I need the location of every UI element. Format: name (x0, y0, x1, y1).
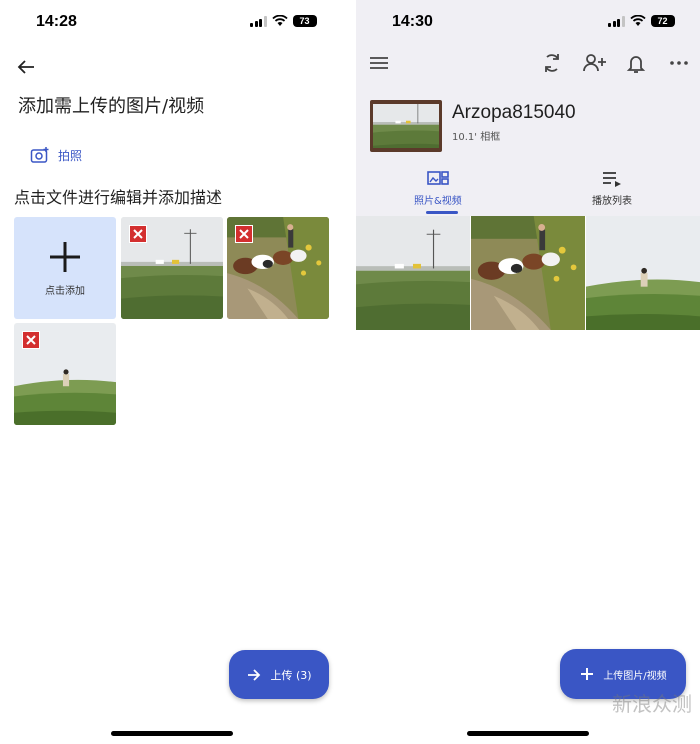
device-subtitle: 10.1' 相框 (452, 132, 501, 143)
sync-icon[interactable] (539, 50, 565, 76)
upload-button-label: 上传 (3) (270, 668, 312, 682)
tab-label: 播放列表 (592, 196, 632, 207)
add-media-label: 点击添加 (45, 285, 85, 297)
add-media-tile[interactable]: 点击添加 (14, 217, 116, 319)
frame-thumbnail (370, 100, 442, 152)
media-thumbnail[interactable] (227, 217, 329, 319)
home-indicator (467, 731, 589, 736)
take-photo-button[interactable]: 拍照 (30, 146, 82, 164)
active-tab-indicator (426, 211, 458, 214)
tab-photos-videos[interactable]: 照片&视频 (414, 170, 462, 207)
delete-icon[interactable] (22, 331, 40, 349)
home-indicator (111, 731, 233, 736)
status-time: 14:30 (392, 13, 433, 30)
take-photo-label: 拍照 (58, 148, 83, 163)
upload-media-label: 上传图片/视频 (603, 670, 667, 682)
signal-icon (250, 15, 267, 27)
media-item[interactable] (471, 216, 585, 330)
photo-library-icon (427, 171, 449, 185)
status-time: 14:28 (36, 13, 77, 30)
battery-icon: 72 (650, 15, 675, 27)
status-bar: 14:28 73 (0, 0, 356, 44)
media-item[interactable] (356, 216, 470, 330)
media-thumbnail[interactable] (121, 217, 223, 319)
plus-icon (50, 241, 80, 272)
tab-playlist[interactable]: 播放列表 (592, 170, 632, 207)
signal-icon (608, 15, 625, 27)
status-icons: 72 (608, 15, 675, 27)
bell-icon[interactable] (623, 50, 649, 76)
back-arrow-icon[interactable] (14, 55, 38, 79)
add-user-icon[interactable] (581, 50, 607, 76)
frame-screen: 14:30 72 Arzopa815040 10.1' 相框 照片&视频 播放列… (356, 0, 700, 744)
more-icon[interactable] (666, 50, 692, 76)
watermark-text: 新浪众测 (612, 692, 692, 716)
page-title: 添加需上传的图片/视频 (18, 96, 205, 117)
tab-label: 照片&视频 (414, 196, 462, 207)
arrow-right-icon (248, 668, 261, 681)
plus-icon (581, 668, 594, 680)
upload-button[interactable]: 上传 (3) (229, 650, 329, 699)
wifi-icon (271, 15, 288, 26)
playlist-icon (603, 172, 621, 187)
battery-icon: 73 (292, 15, 317, 27)
media-thumbnail[interactable] (14, 323, 116, 425)
camera-plus-icon (30, 147, 49, 163)
device-name: Arzopa815040 (452, 102, 576, 123)
delete-icon[interactable] (235, 225, 253, 243)
delete-icon[interactable] (129, 225, 147, 243)
media-item[interactable] (586, 216, 700, 330)
status-icons: 73 (250, 15, 317, 27)
wifi-icon (629, 15, 646, 26)
menu-icon[interactable] (366, 50, 392, 76)
upload-screen: 14:28 73 添加需上传的图片/视频 拍照 点击文件进行编辑并添加描述 点击… (0, 0, 356, 744)
edit-hint: 点击文件进行编辑并添加描述 (14, 188, 223, 207)
status-bar: 14:30 72 (356, 0, 700, 44)
watermark: 新浪众测 (612, 694, 692, 714)
